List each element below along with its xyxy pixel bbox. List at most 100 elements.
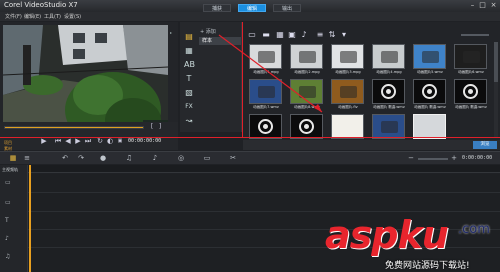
zoom-in-icon[interactable]: + [449,154,459,163]
library-thumbnail[interactable] [413,44,446,69]
library-scrollbar[interactable] [494,42,498,137]
next-frame-icon[interactable]: ▶ [74,137,82,145]
options-icon[interactable]: ▾ [339,30,349,40]
title-track-icon[interactable]: T [5,217,9,224]
menu-tools[interactable]: 工具(T) [44,13,61,20]
add-folder-button[interactable]: + 添加 [200,28,216,35]
library-thumbnail[interactable] [290,114,323,139]
menu-edit[interactable]: 编辑(E) [24,13,41,20]
thumbnail-size-slider[interactable] [461,34,489,36]
timeline-zoom-slider[interactable] [418,158,448,160]
library-thumbnail-label: 动画图片6.wmv [458,70,484,74]
library-thumbnail[interactable] [249,114,282,139]
track-label: 主视频轨 [2,167,18,172]
previous-frame-icon[interactable]: ◀ [64,137,72,145]
video-editor-window: Corel VideoStudio X7 – □ × 文件(F) 编辑(E) 工… [0,0,500,272]
audio-disc-icon [381,84,396,99]
filter-icon[interactable]: FX [184,102,194,111]
record-icon[interactable]: ● [98,154,108,163]
tab-capture[interactable]: 捕获 [203,4,231,12]
thumbnail-preview [299,51,316,63]
show-video-icon[interactable]: ▦ [275,30,285,40]
folder-samples[interactable]: 样本 [199,37,241,45]
timeline-view-icon[interactable]: ≡ [22,154,32,163]
import-icon[interactable]: ▭ [247,30,257,40]
repeat-icon[interactable]: ↻ [96,137,104,145]
overlay-track-icon[interactable]: ▭ [5,199,11,206]
graphics-icon[interactable]: ▧ [184,88,194,97]
library-thumbnail[interactable] [290,79,323,104]
multi-trim-icon[interactable]: ✂ [228,154,238,163]
library-thumbnail[interactable] [290,44,323,69]
music-track-icon[interactable]: ♫ [5,253,10,260]
path-icon[interactable]: ↝ [184,116,194,125]
minimize-icon[interactable]: – [468,1,477,10]
tab-edit[interactable]: 编辑 [238,4,266,12]
thumbnail-preview [258,51,275,63]
voice-track-icon[interactable]: ♪ [5,235,9,242]
project-label[interactable]: 项目 [4,140,12,145]
watermark-tld: .com [458,222,490,237]
library-thumbnail[interactable] [249,79,282,104]
library-thumbnail[interactable] [331,79,364,104]
timeline-playhead[interactable] [29,165,31,272]
auto-music-icon[interactable]: ♪ [150,154,160,163]
library-thumbnail[interactable] [372,114,405,139]
library-thumbnail[interactable] [249,44,282,69]
zoom-out-icon[interactable]: − [406,154,416,163]
tab-share[interactable]: 输出 [273,4,301,12]
end-icon[interactable]: ⏭ [84,137,92,145]
redo-icon[interactable]: ↷ [76,154,86,163]
timeline-timecode: 0:00:00:00 [462,155,493,161]
browse-button[interactable]: 浏览 [473,141,497,149]
list-view-icon[interactable]: ≡ [315,30,325,40]
scrub-progress [5,127,143,128]
library-thumbnail[interactable] [454,44,487,69]
sound-mixer-icon[interactable]: ♫ [124,154,134,163]
storyboard-view-icon[interactable]: ▦ [8,154,18,163]
show-audio-icon[interactable]: ♪ [299,30,309,40]
library-thumbnail[interactable] [372,44,405,69]
menu-settings[interactable]: 设置(S) [64,13,81,20]
instant-project-icon[interactable]: ▦ [184,46,194,55]
title-icon[interactable]: T [184,74,194,83]
media-icon[interactable]: ▤ [184,32,194,41]
library-thumbnail[interactable] [372,79,405,104]
mark-out-icon[interactable]: ] [156,123,164,131]
video-track-icon[interactable]: ▭ [5,179,11,186]
track-headers: 主视频轨 ▭ ▭ T ♪ ♫ [0,165,28,272]
thumbnail-preview [340,86,357,98]
undo-icon[interactable]: ↶ [60,154,70,163]
library-scroll-thumb[interactable] [494,42,498,82]
subtitle-editor-icon[interactable]: ▭ [202,154,212,163]
transition-icon[interactable]: AB [184,60,195,69]
timeline-ruler[interactable] [28,165,500,173]
close-icon[interactable]: × [489,1,498,10]
library-thumbnail[interactable] [331,44,364,69]
motion-tracking-icon[interactable]: ◎ [176,154,186,163]
menu-file[interactable]: 文件(F) [5,13,22,20]
track-divider [28,192,500,193]
sort-icon[interactable]: ⇅ [327,30,337,40]
library-thumbnail[interactable] [413,79,446,104]
scrub-bar[interactable] [4,126,144,129]
library-thumbnail-label: 动画图片.flv [338,105,358,109]
preview-timecode: 00:00:00:00 [128,138,162,144]
maximize-icon[interactable]: □ [478,1,487,10]
library-thumbnail[interactable] [454,79,487,104]
volume-icon[interactable]: ◐ [106,137,114,145]
library-thumbnail-label: 动画图片4.mpg [376,70,402,74]
library-thumbnail-label: 动画图片 歌曲.wmv [414,105,446,109]
play-icon[interactable]: ▶ [40,137,48,145]
library-thumbnail-label: 动画图片3.mpg [335,70,361,74]
folder-icon[interactable]: ▬ [261,30,271,40]
audio-disc-icon [258,119,273,134]
library-thumbnail[interactable] [413,114,446,139]
home-icon[interactable]: ⏮ [54,137,62,145]
app-title: Corel VideoStudio X7 [4,1,78,9]
show-photo-icon[interactable]: ▣ [287,30,297,40]
hd-icon[interactable]: ▣ [116,137,124,145]
audio-disc-icon [463,84,478,99]
mark-in-icon[interactable]: [ [148,123,156,131]
library-thumbnail[interactable] [331,114,364,139]
